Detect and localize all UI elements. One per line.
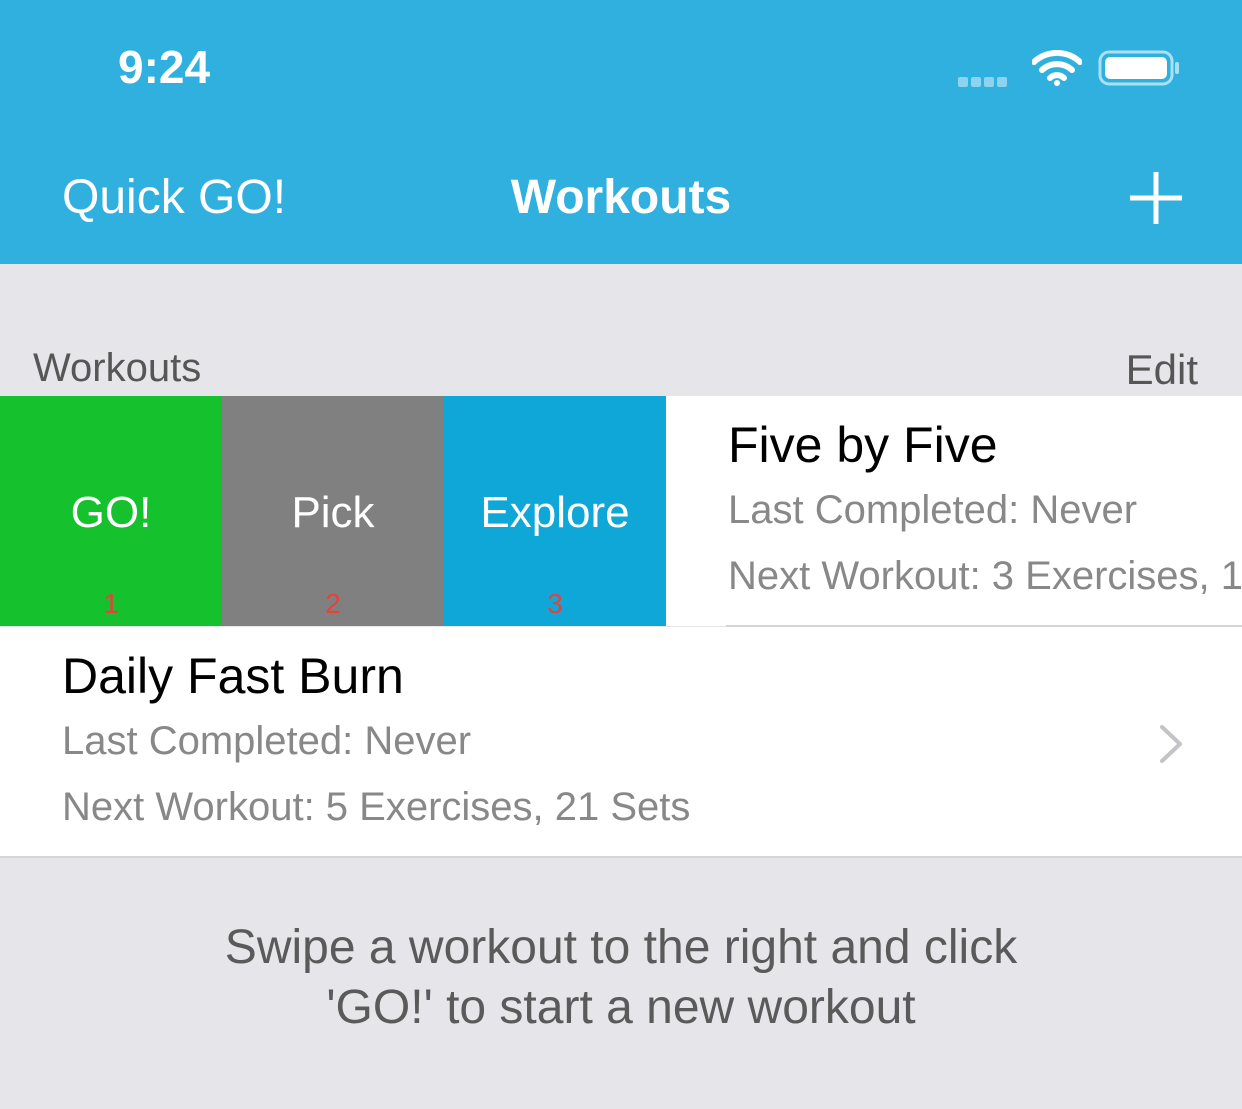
explore-action-label: Explore — [480, 488, 630, 537]
pick-action-label: Pick — [291, 488, 375, 537]
workout-next-workout: Next Workout: 3 Exercises, 1 — [728, 554, 1242, 598]
section-header: Workouts — [33, 346, 202, 390]
go-action-button[interactable]: GO! 1 — [0, 396, 222, 626]
quick-go-button[interactable]: Quick GO! — [62, 170, 286, 225]
pick-action-button[interactable]: Pick 2 — [222, 396, 444, 626]
workout-last-completed: Last Completed: Never — [62, 719, 472, 763]
pick-action-number: 2 — [325, 588, 341, 619]
page-title: Workouts — [510, 171, 732, 224]
workout-next-workout: Next Workout: 5 Exercises, 21 Sets — [62, 785, 691, 829]
plus-icon — [1130, 172, 1182, 224]
instruction-line-1: Swipe a workout to the right and click — [224, 921, 1018, 974]
workout-title: Daily Fast Burn — [62, 648, 404, 704]
workout-last-completed: Last Completed: Never — [728, 488, 1138, 532]
explore-action-button[interactable]: Explore 3 — [444, 396, 666, 626]
add-workout-button[interactable] — [1126, 168, 1186, 233]
wifi-icon — [1031, 50, 1083, 91]
workout-row[interactable]: Daily Fast Burn Last Completed: Never Ne… — [0, 627, 1242, 856]
edit-button[interactable]: Edit — [1126, 346, 1198, 394]
status-bar: 9:24 — [0, 0, 1242, 132]
instruction-line-2: 'GO!' to start a new workout — [326, 981, 916, 1034]
table-bottom-separator — [0, 856, 1242, 858]
chevron-right-icon — [1158, 723, 1184, 770]
explore-action-number: 3 — [547, 588, 563, 619]
workout-title: Five by Five — [728, 417, 998, 473]
workout-cell-content: Five by Five Last Completed: Never Next … — [728, 396, 1242, 626]
go-action-number: 1 — [103, 588, 119, 619]
instruction-text: Swipe a workout to the right and click '… — [0, 918, 1242, 1038]
workout-row[interactable]: GO! 1 Pick 2 Explore 3 Five by Five Last… — [0, 396, 1242, 626]
battery-icon — [1098, 50, 1180, 91]
go-action-label: GO! — [70, 488, 152, 537]
cellular-signal-icon — [958, 74, 1010, 92]
navigation-bar: Quick GO! Workouts — [0, 132, 1242, 264]
status-time: 9:24 — [118, 41, 211, 93]
